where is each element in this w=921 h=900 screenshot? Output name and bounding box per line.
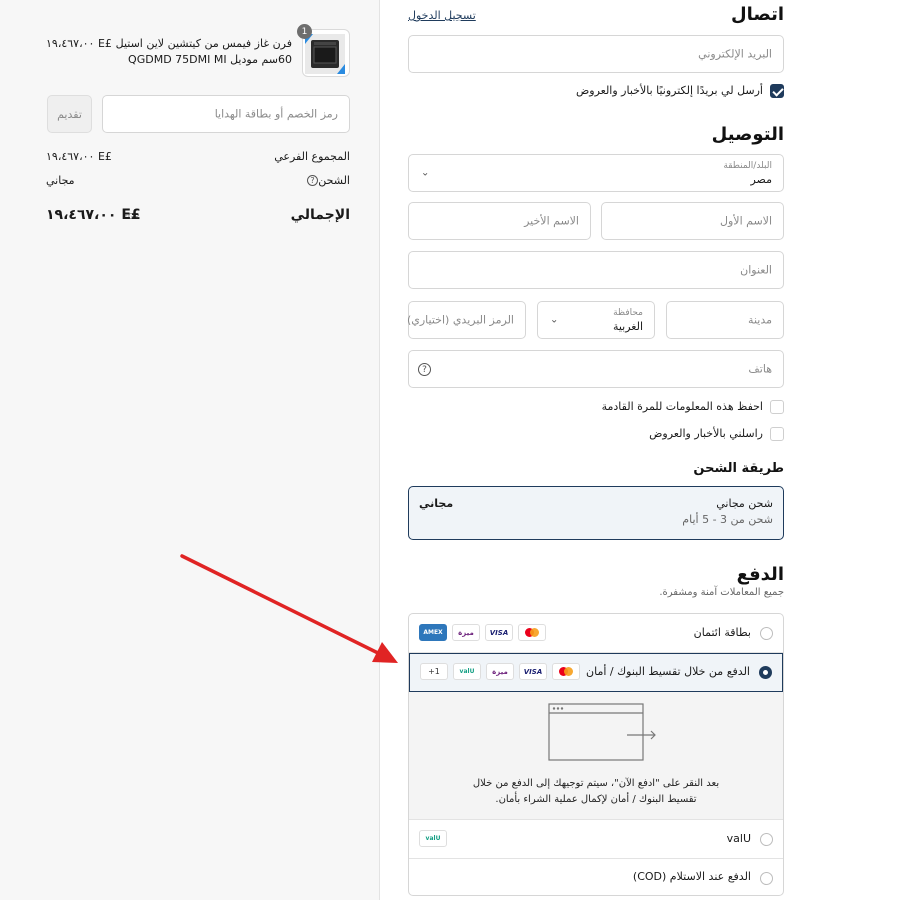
country-select[interactable]: البلد/المنطقة مصر ⌄ [408, 154, 784, 192]
total-value: £E ١٩،٤٦٧،٠٠ [46, 207, 141, 223]
payment-option-cod[interactable]: الدفع عند الاستلام (COD) [409, 859, 783, 895]
shipping-value: مجاني [46, 174, 75, 187]
valu-icon: valU [419, 830, 447, 847]
chevron-down-icon: ⌄ [550, 314, 559, 326]
save-info-label: احفظ هذه المعلومات للمرة القادمة [601, 400, 763, 413]
shipping-option-eta: شحن من 3 - 5 أيام [682, 513, 773, 526]
valu-icon: valU [453, 663, 481, 680]
first-name-field[interactable]: الاسم الأول [601, 202, 784, 240]
meeza-icon: ميزة [486, 663, 514, 680]
shipping-label: الشحن [318, 174, 350, 187]
subtotal-value: £E ١٩،٤٦٧،٠٠ [46, 150, 112, 163]
amex-icon: AMEX [419, 624, 447, 641]
email-offers-checkbox[interactable] [770, 84, 784, 98]
text-offers-checkbox[interactable] [770, 427, 784, 441]
apply-discount-button[interactable]: تقديم [47, 95, 92, 133]
shipping-option[interactable]: شحن مجاني شحن من 3 - 5 أيام مجاني [408, 486, 784, 540]
postal-code-field[interactable]: الرمز البريدي (اختياري) [407, 301, 526, 339]
last-name-field[interactable]: الاسم الأخير [408, 202, 591, 240]
payment-option-bank-installments[interactable]: الدفع من خلال تقسيط البنوك / أمان VISA م… [409, 653, 783, 692]
email-offers-label: أرسل لي بريدًا إلكترونيًا بالأخبار والعر… [575, 84, 763, 97]
visa-icon: VISA [485, 624, 513, 641]
help-icon[interactable]: ? [418, 363, 431, 376]
payment-heading: الدفع [736, 564, 784, 585]
address-field[interactable]: العنوان [408, 251, 784, 289]
help-icon[interactable]: ? [307, 175, 318, 186]
visa-icon: VISA [519, 663, 547, 680]
product-name-line1: فرن غاز فيمس من كيتشين لاين استيل [115, 37, 292, 50]
radio-button[interactable] [760, 833, 773, 846]
phone-field[interactable]: هاتف ? [408, 350, 784, 388]
radio-button[interactable] [759, 666, 772, 679]
payment-option-credit-card[interactable]: بطاقة ائتمان VISA ميزة AMEX [409, 614, 783, 653]
governorate-select[interactable]: محافظة الغربية ⌄ [537, 301, 655, 339]
product-name-line2: 60سم موديل QGDMD 75DMI MI [128, 53, 292, 66]
discount-code-input[interactable]: رمز الخصم أو بطاقة الهدايا [102, 95, 350, 133]
card-logos: VISA ميزة AMEX [419, 624, 546, 641]
save-info-checkbox[interactable] [770, 400, 784, 414]
browser-redirect-icon [548, 703, 656, 761]
shipping-option-name: شحن مجاني [716, 497, 773, 510]
redirect-note-line1: بعد النقر على "ادفع الآن"، سيتم توجيهك إ… [472, 778, 720, 789]
login-link[interactable]: تسجيل الدخول [408, 9, 476, 22]
payment-options: بطاقة ائتمان VISA ميزة AMEX الدفع من خلا… [408, 613, 784, 896]
radio-button[interactable] [760, 627, 773, 640]
shipping-option-price: مجاني [419, 497, 454, 510]
order-summary: 1 فرن غاز فيمس من كيتشين لاين استيل 60سم… [0, 0, 379, 900]
mastercard-icon [552, 663, 580, 680]
mastercard-icon [518, 624, 546, 641]
shipping-method-heading: طريقة الشحن [693, 461, 784, 476]
delivery-heading: التوصيل [711, 124, 784, 145]
quantity-badge: 1 [297, 24, 312, 39]
installment-logos: VISA ميزة valU +1 [420, 663, 580, 680]
redirect-panel: بعد النقر على "ادفع الآن"، سيتم توجيهك إ… [409, 692, 783, 820]
product-price: £E ١٩،٤٦٧،٠٠ [46, 37, 112, 50]
email-field[interactable]: البريد الإلكتروني [408, 35, 784, 73]
city-field[interactable]: مدينة [666, 301, 784, 339]
more-logos-badge: +1 [420, 663, 448, 680]
chevron-down-icon: ⌄ [421, 167, 430, 179]
meeza-icon: ميزة [452, 624, 480, 641]
contact-heading: اتصال [730, 4, 784, 25]
radio-button[interactable] [760, 872, 773, 885]
total-label: الإجمالي [290, 207, 350, 223]
subtotal-label: المجموع الفرعي [274, 150, 350, 163]
payment-subtitle: جميع المعاملات آمنة ومشفرة. [659, 587, 784, 598]
payment-option-valu[interactable]: valU valU [409, 820, 783, 859]
text-offers-label: راسلني بالأخبار والعروض [649, 427, 763, 440]
redirect-note-line2: تقسيط البنوك / أمان لإكمال عملية الشراء … [495, 794, 697, 805]
